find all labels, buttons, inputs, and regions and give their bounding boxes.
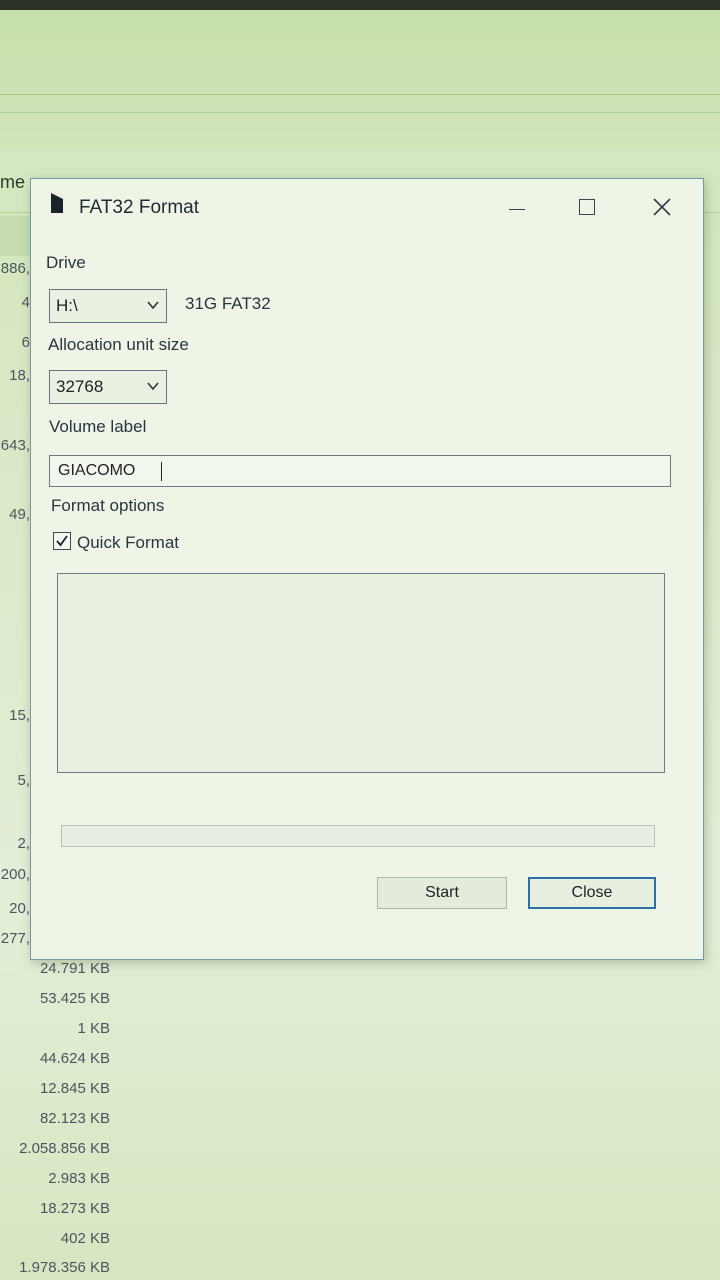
background-header-text: me — [0, 172, 26, 192]
drive-label: Drive — [46, 253, 86, 272]
status-log-area — [57, 573, 665, 773]
fat32-format-dialog: FAT32 Format Drive H:\ 31G FAT32 Allocat… — [30, 178, 704, 960]
background-size-cell: 1.200, — [0, 866, 30, 883]
background-size-cell: 12.845 KB — [39, 1080, 110, 1097]
background-size-cell: 2, — [17, 835, 30, 852]
close-button[interactable]: Close — [528, 877, 656, 909]
chevron-down-icon — [147, 382, 159, 391]
background-size-cell: 277, — [0, 930, 30, 947]
background-size-cell: 44.624 KB — [39, 1050, 110, 1067]
checkmark-icon — [56, 535, 68, 547]
quick-format-checkbox[interactable] — [53, 532, 71, 550]
drive-select-value: H:\ — [56, 296, 78, 315]
background-size-cell: 6 — [21, 334, 30, 351]
allocation-unit-select[interactable]: 32768 — [49, 370, 167, 404]
background-size-cell: 643, — [0, 437, 30, 454]
window-title: FAT32 Format — [79, 197, 200, 218]
background-size-cell: 1 KB — [77, 1020, 110, 1037]
background-size-cell: 15, — [9, 707, 30, 724]
background-divider — [0, 94, 720, 95]
background-size-cell: 5, — [17, 772, 30, 789]
background-size-cell: 82.123 KB — [39, 1110, 110, 1127]
drive-select[interactable]: H:\ — [49, 289, 167, 323]
close-icon — [653, 198, 671, 216]
start-button[interactable]: Start — [377, 877, 507, 909]
background-size-cell: 20, — [9, 900, 30, 917]
volume-label-input[interactable] — [58, 461, 658, 481]
background-size-cell: 402 KB — [60, 1230, 110, 1247]
background-size-cell: 18, — [9, 367, 30, 384]
maximize-button[interactable] — [573, 193, 603, 221]
background-size-cell: 2.983 KB — [48, 1170, 110, 1187]
volume-label-label: Volume label — [49, 417, 147, 436]
background-divider — [0, 112, 720, 113]
top-bezel — [0, 0, 720, 10]
volume-label-field[interactable] — [49, 455, 671, 487]
background-size-cell: 2.058.856 KB — [19, 1140, 110, 1157]
text-caret — [161, 462, 162, 481]
background-size-cell: 18.273 KB — [39, 1200, 110, 1217]
background-size-cell: 1.978.356 KB — [19, 1259, 110, 1276]
allocation-unit-value: 32768 — [56, 377, 104, 396]
chevron-down-icon — [147, 301, 159, 310]
close-window-button[interactable] — [647, 193, 677, 221]
background-size-cell: 886, — [0, 260, 30, 277]
format-progress-bar — [61, 825, 655, 847]
format-options-label: Format options — [51, 496, 165, 515]
minimize-button[interactable] — [503, 193, 533, 221]
drive-info: 31G FAT32 — [185, 294, 271, 313]
allocation-unit-label: Allocation unit size — [48, 335, 189, 354]
background-size-cell: 24.791 KB — [39, 960, 110, 977]
quick-format-label[interactable]: Quick Format — [77, 533, 179, 553]
background-size-cell: 4 — [21, 294, 30, 311]
background-size-cell: 53.425 KB — [39, 990, 110, 1007]
app-icon — [51, 193, 63, 213]
background-size-cell: 49, — [9, 506, 30, 523]
